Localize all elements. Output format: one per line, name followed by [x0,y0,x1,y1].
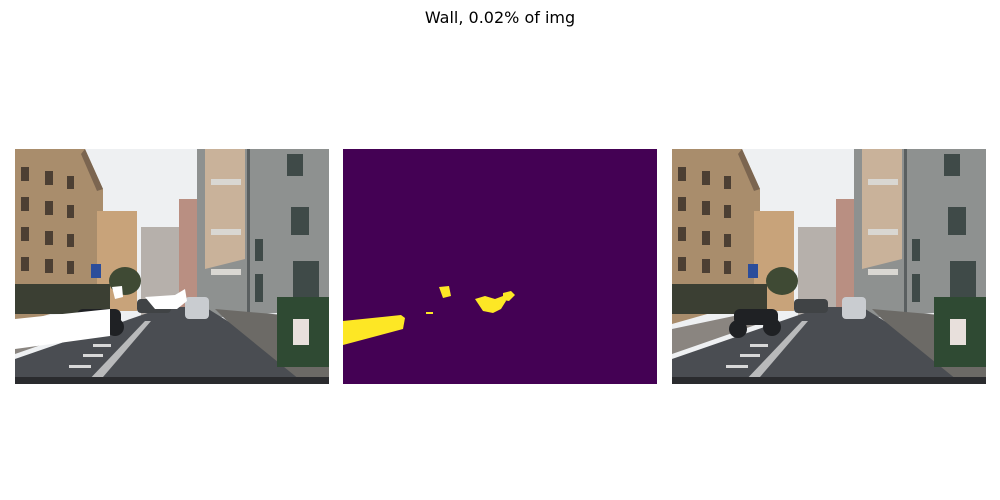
overlay-image-panel [15,149,329,384]
figure-title: Wall, 0.02% of img [424,8,576,27]
segmentation-mask-panel [343,149,657,384]
mask-background [343,149,657,384]
mask-region-dot [426,312,433,314]
original-image-panel [672,149,986,384]
